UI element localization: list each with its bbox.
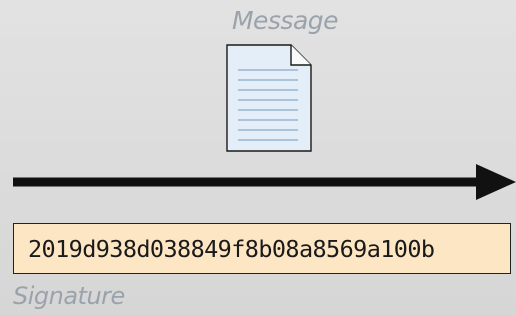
signature-label: Signature: [13, 282, 125, 310]
arrow-right-icon: [13, 164, 516, 200]
arrow-head: [476, 164, 516, 200]
document-corner-fold: [290, 45, 311, 66]
signature-value: 2019d938d038849f8b08a8569a100b: [28, 235, 435, 263]
message-label: Message: [231, 6, 339, 35]
document-icon: [226, 44, 312, 152]
signature-box: 2019d938d038849f8b08a8569a100b: [13, 223, 511, 274]
